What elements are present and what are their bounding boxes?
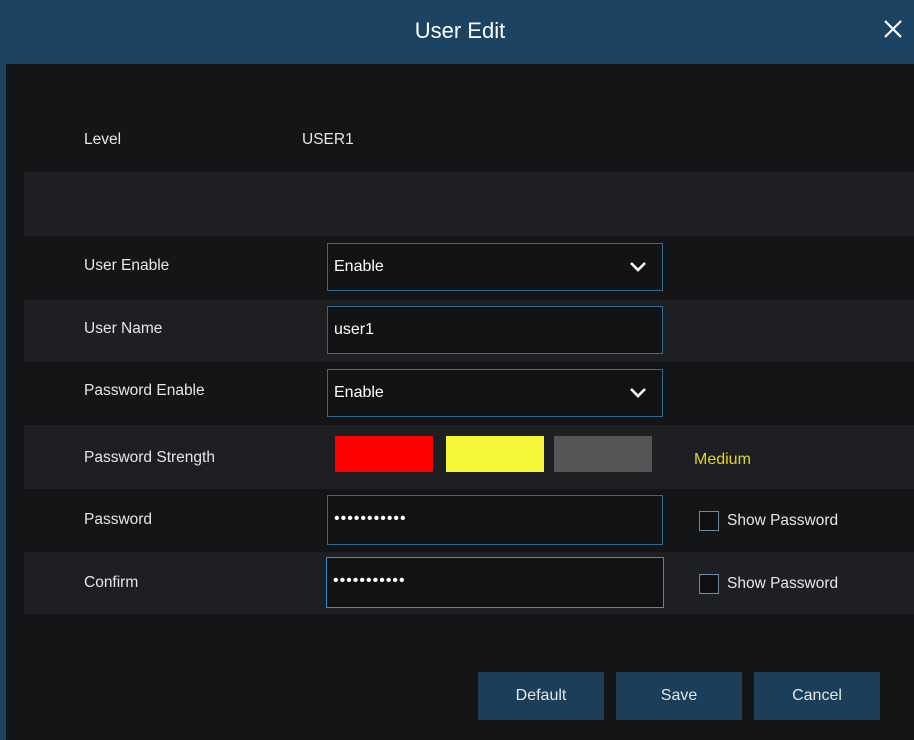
strength-bar-weak <box>335 436 433 472</box>
user-enable-select[interactable]: Enable <box>327 243 663 291</box>
password-masked-value: ••••••••••• <box>334 510 407 527</box>
dialog-title: User Edit <box>414 18 506 43</box>
password-label: Password <box>84 511 153 528</box>
default-button[interactable]: Default <box>478 672 604 720</box>
show-confirm-password-label: Show Password <box>727 575 839 592</box>
password-input[interactable]: ••••••••••• <box>327 495 663 545</box>
level-value: USER1 <box>302 131 354 148</box>
level-label: Level <box>84 131 122 148</box>
confirm-password-input[interactable]: ••••••••••• <box>326 557 664 608</box>
confirm-label: Confirm <box>84 574 139 591</box>
save-button[interactable]: Save <box>616 672 742 720</box>
strength-bar-strong <box>554 436 652 472</box>
cancel-button[interactable]: Cancel <box>754 672 880 720</box>
show-password-checkbox[interactable] <box>699 511 719 531</box>
show-password-label: Show Password <box>727 512 839 529</box>
confirm-masked-value: ••••••••••• <box>333 572 406 589</box>
user-name-value: user1 <box>334 321 375 338</box>
close-icon[interactable] <box>878 14 908 44</box>
spacer-row <box>24 172 914 236</box>
password-strength-text: Medium <box>694 451 751 468</box>
user-enable-label: User Enable <box>84 257 170 274</box>
password-strength-label: Password Strength <box>84 449 215 466</box>
user-name-input[interactable]: user1 <box>327 306 663 354</box>
strength-bar-medium <box>446 436 544 472</box>
user-edit-dialog: User Edit Level USER1 User Enable Enable… <box>0 0 914 740</box>
chevron-down-icon <box>630 388 646 398</box>
password-enable-label: Password Enable <box>84 382 205 399</box>
chevron-down-icon <box>630 262 646 272</box>
user-name-label: User Name <box>84 320 163 337</box>
password-enable-select[interactable]: Enable <box>327 369 663 417</box>
password-enable-value: Enable <box>334 384 384 401</box>
show-confirm-password-checkbox[interactable] <box>699 574 719 594</box>
user-enable-value: Enable <box>334 258 384 275</box>
